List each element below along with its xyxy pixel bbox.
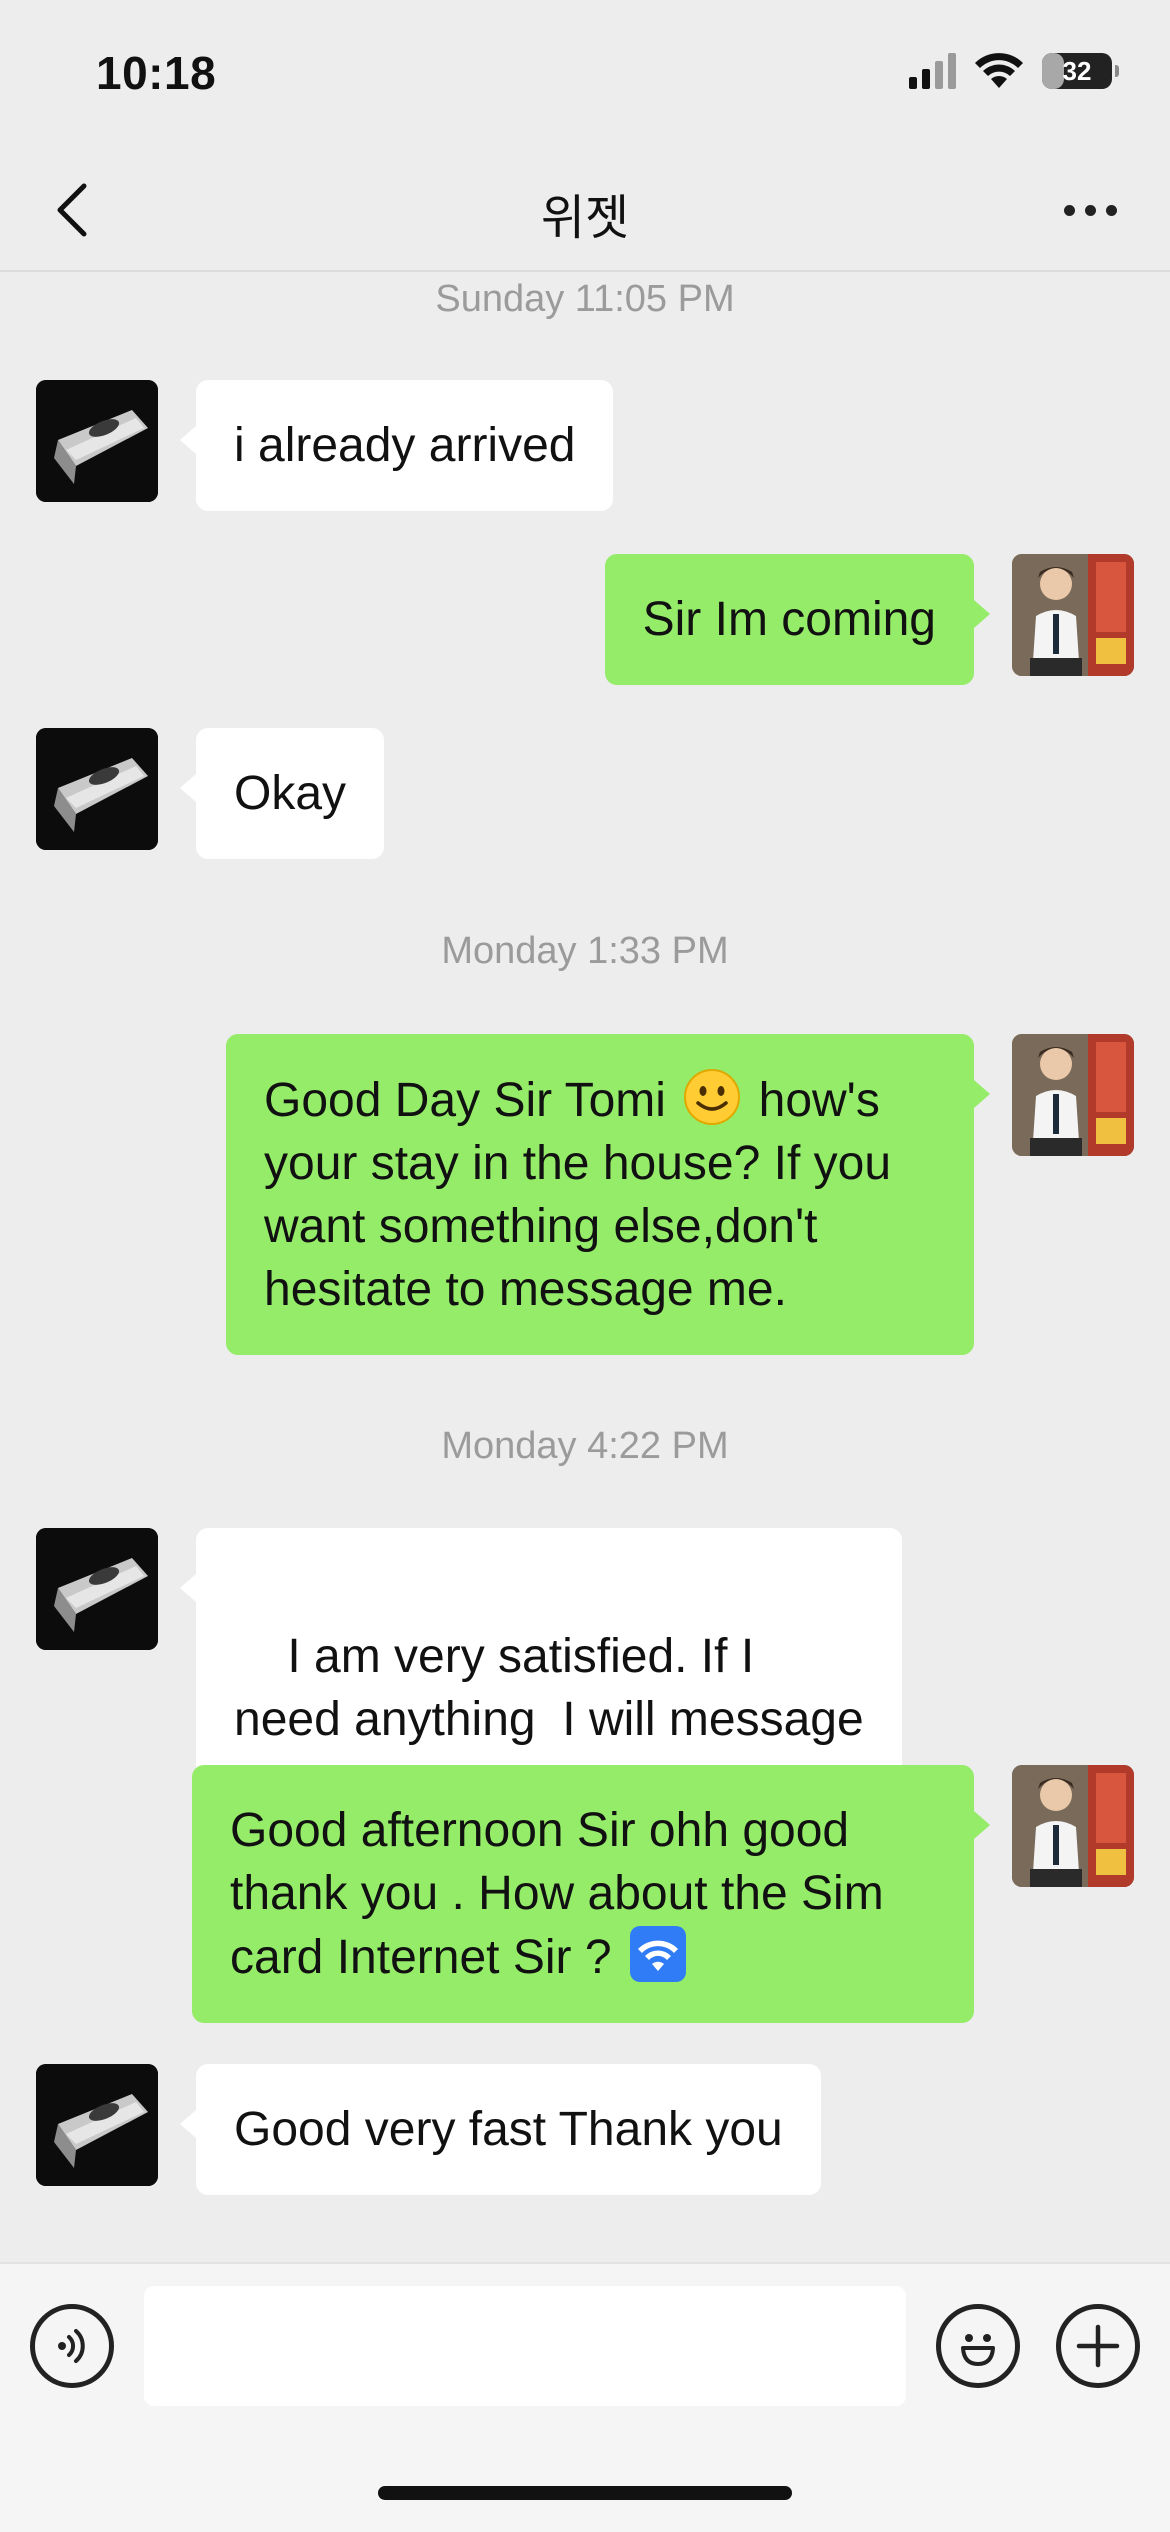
message-bubble-outgoing[interactable]: Good Day Sir Tomi how's your stay in the… [226, 1034, 990, 1355]
signal-icon [909, 53, 956, 89]
user-avatar-image [1012, 554, 1134, 676]
message-text: Good very fast Thank you [234, 2103, 783, 2156]
contact-avatar-image [36, 728, 158, 850]
message-bubble-incoming[interactable]: i already arrived [179, 380, 614, 511]
message-bubble-incoming[interactable]: Good very fast Thank you [180, 2064, 821, 2195]
message-bubble-outgoing[interactable]: Sir Im coming [604, 554, 991, 685]
timestamp: Monday 4:22 PM [441, 1425, 729, 1467]
user-avatar[interactable] [1012, 1034, 1134, 1156]
message-input[interactable] [144, 2286, 906, 2406]
plus-button[interactable] [1056, 2304, 1140, 2388]
message-bubble-outgoing[interactable]: Good afternoon Sir ohh good thank you . … [192, 1765, 990, 2023]
voice-button[interactable] [30, 2304, 114, 2388]
contact-avatar-image [36, 2064, 158, 2186]
chat-title: 위젯 [540, 192, 630, 245]
smile-emoji-icon [684, 1069, 741, 1125]
contact-avatar-image [36, 1528, 158, 1650]
contact-avatar[interactable] [36, 2064, 158, 2186]
message-text: Sir Im coming [642, 593, 936, 646]
contact-avatar[interactable] [36, 380, 158, 502]
wifi-icon [975, 53, 1023, 88]
battery-icon: 32 [1042, 53, 1119, 89]
message-text-part: how's [758, 1074, 880, 1127]
emoji-icon [961, 2334, 995, 2366]
plus-icon [1076, 2324, 1120, 2368]
message-bubble-incoming[interactable]: Okay [179, 728, 385, 859]
voice-icon [58, 2329, 85, 2363]
user-avatar-image [1012, 1765, 1134, 1887]
message-text: Good afternoon Sir ohh good thank you . … [230, 1804, 884, 1984]
user-avatar[interactable] [1012, 1765, 1134, 1887]
message-text-part: Good Day Sir Tomi [264, 1074, 666, 1127]
emoji-button[interactable] [936, 2304, 1020, 2388]
message-text: Okay [234, 767, 347, 820]
nav-bar: 위젯 [0, 150, 1170, 272]
battery-level: 32 [1062, 55, 1092, 86]
battery-fill [1042, 53, 1065, 89]
status-time: 10:18 [96, 47, 217, 99]
more-dots-icon[interactable] [1050, 180, 1130, 240]
user-avatar-image [1012, 1034, 1134, 1156]
contact-avatar-image [36, 380, 158, 502]
contact-avatar[interactable] [36, 1528, 158, 1650]
wifi-emoji-icon [629, 1926, 686, 1982]
message-text-part: your stay in the house? If you want some… [264, 1137, 892, 1316]
user-avatar[interactable] [1012, 554, 1134, 676]
home-indicator [378, 2486, 792, 2500]
timestamp: Sunday 11:05 PM [435, 278, 735, 320]
contact-avatar[interactable] [36, 728, 158, 850]
status-bar: 10:18 32 [0, 0, 1170, 150]
message-text: i already arrived [234, 419, 576, 472]
timestamp: Monday 1:33 PM [441, 930, 729, 972]
status-icons: 32 [909, 52, 1119, 90]
